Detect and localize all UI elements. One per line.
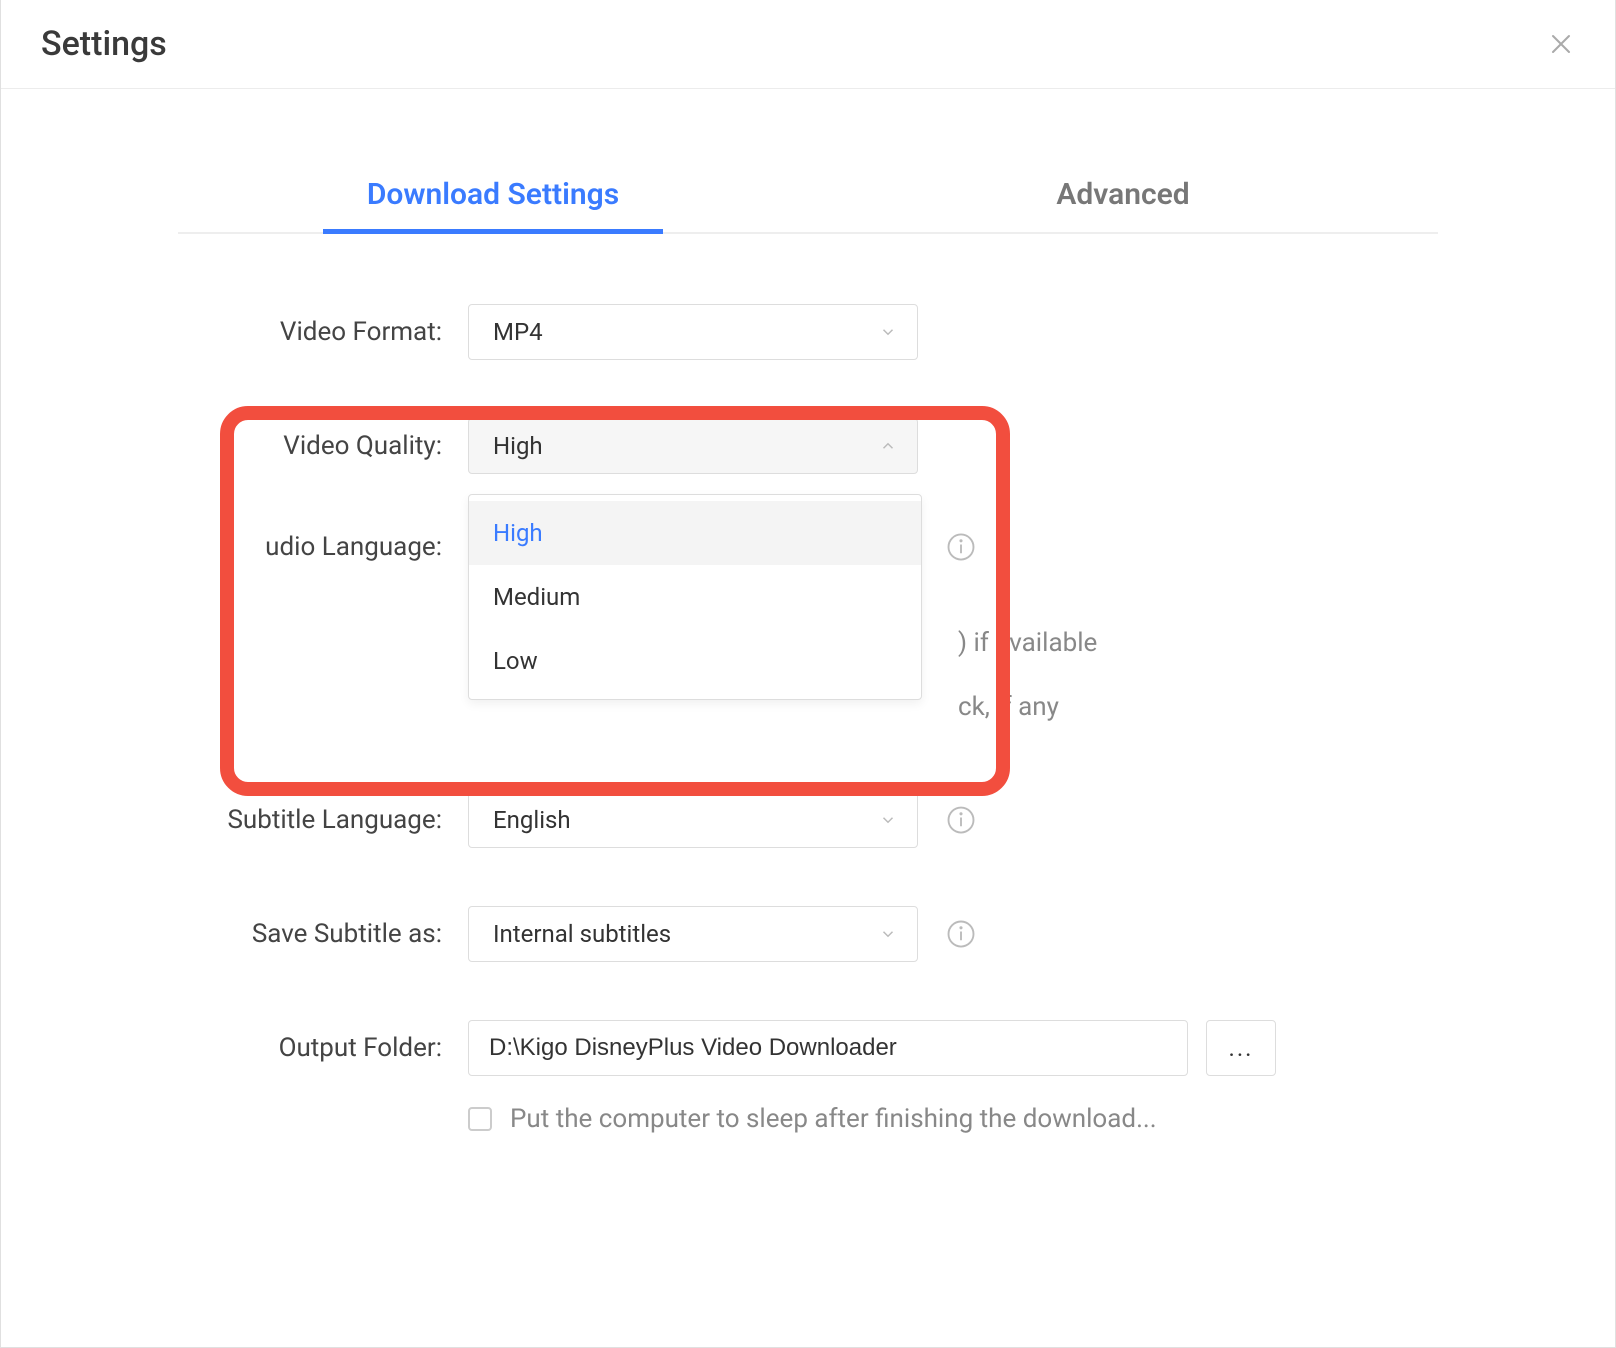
close-icon: [1549, 32, 1573, 56]
tabs-container: Download Settings Advanced: [1, 159, 1615, 234]
tab-label: Advanced: [1056, 177, 1189, 212]
tab-advanced[interactable]: Advanced: [808, 159, 1438, 232]
select-value: MP4: [493, 318, 543, 346]
settings-form: Video Format: MP4 Video Quality: High Hi…: [178, 304, 1438, 1134]
label-video-format: Video Format:: [178, 317, 468, 347]
label-output-folder: Output Folder:: [178, 1033, 468, 1063]
hint-if-any: ck, if any: [958, 692, 1059, 722]
chevron-up-icon: [879, 437, 897, 455]
row-subtitle-language: Subtitle Language: English: [178, 792, 1438, 848]
label-video-quality: Video Quality:: [178, 431, 468, 461]
row-save-subtitle: Save Subtitle as: Internal subtitles: [178, 906, 1438, 962]
select-save-subtitle[interactable]: Internal subtitles: [468, 906, 918, 962]
settings-window: Settings Download Settings Advanced Vide…: [0, 0, 1616, 1348]
tab-label: Download Settings: [367, 177, 619, 212]
row-video-quality: Video Quality: High: [178, 418, 1438, 474]
label-audio-language: udio Language:: [178, 532, 468, 562]
chevron-down-icon: [879, 323, 897, 341]
tabs: Download Settings Advanced: [178, 159, 1438, 234]
label-sleep-after: Put the computer to sleep after finishin…: [510, 1104, 1157, 1134]
row-video-format: Video Format: MP4: [178, 304, 1438, 360]
chevron-down-icon: [879, 811, 897, 829]
info-icon[interactable]: [946, 532, 976, 562]
close-button[interactable]: [1547, 30, 1575, 58]
hint-if-available: ) if available: [958, 628, 1097, 658]
tab-download-settings[interactable]: Download Settings: [178, 159, 808, 232]
row-output-folder: Output Folder: ...: [178, 1020, 1438, 1076]
dropdown-item-high[interactable]: High: [469, 501, 921, 565]
select-value: Internal subtitles: [493, 920, 671, 948]
window-header: Settings: [1, 0, 1615, 89]
select-subtitle-language[interactable]: English: [468, 792, 918, 848]
dropdown-item-low[interactable]: Low: [469, 629, 921, 693]
chevron-down-icon: [879, 925, 897, 943]
info-icon[interactable]: [946, 919, 976, 949]
select-value: High: [493, 432, 543, 460]
select-video-quality[interactable]: High: [468, 418, 918, 474]
browse-button[interactable]: ...: [1206, 1020, 1276, 1076]
dropdown-item-medium[interactable]: Medium: [469, 565, 921, 629]
select-video-format[interactable]: MP4: [468, 304, 918, 360]
input-output-folder[interactable]: [468, 1020, 1188, 1076]
row-sleep-after: Put the computer to sleep after finishin…: [468, 1104, 1438, 1134]
select-value: English: [493, 806, 571, 834]
dropdown-video-quality: High Medium Low: [468, 494, 922, 700]
window-title: Settings: [41, 24, 167, 64]
checkbox-sleep-after[interactable]: [468, 1107, 492, 1131]
info-icon[interactable]: [946, 805, 976, 835]
label-subtitle-language: Subtitle Language:: [178, 805, 468, 835]
label-save-subtitle: Save Subtitle as:: [178, 919, 468, 949]
